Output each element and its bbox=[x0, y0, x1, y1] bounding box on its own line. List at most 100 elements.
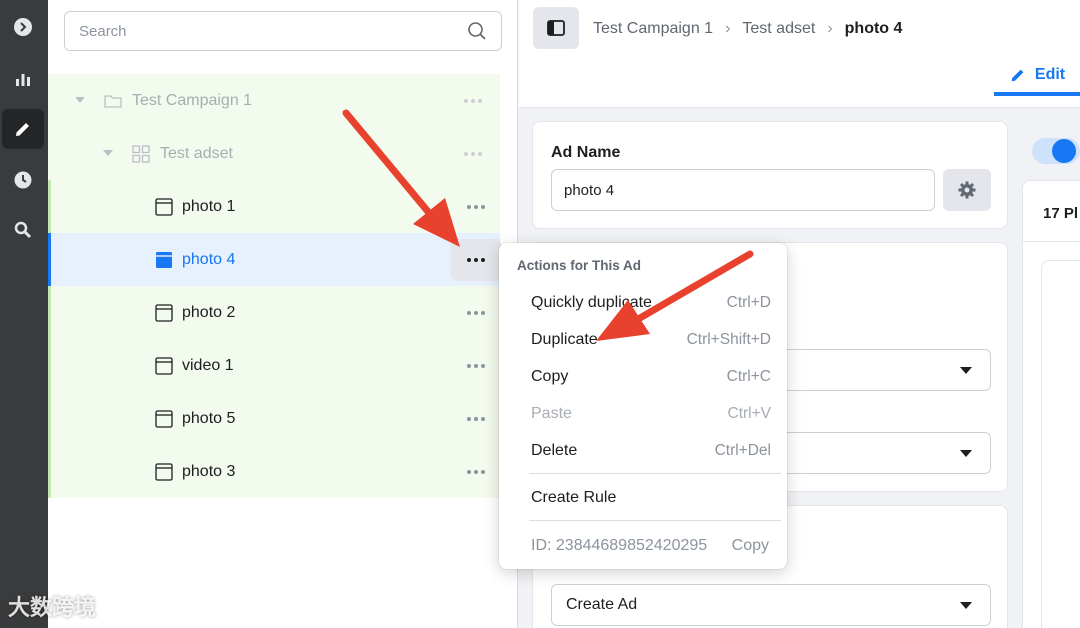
gear-icon bbox=[958, 181, 976, 199]
search-icon[interactable] bbox=[467, 21, 487, 41]
clock-icon bbox=[14, 171, 32, 189]
menu-divider bbox=[529, 520, 781, 521]
ad-name-settings-button[interactable] bbox=[943, 169, 991, 211]
search-input[interactable] bbox=[79, 22, 467, 40]
preview-panel bbox=[1022, 242, 1080, 628]
preview-frame bbox=[1041, 260, 1080, 628]
more-options-button[interactable] bbox=[451, 239, 501, 281]
ad-id-text: ID: 23844689852420295 bbox=[531, 537, 708, 554]
menu-item-shortcut: Ctrl+V bbox=[727, 405, 772, 422]
campaign-tree-panel: Test Campaign 1 Test adset photo 1 photo… bbox=[48, 0, 518, 628]
more-options-button[interactable] bbox=[451, 398, 501, 440]
ellipsis-icon bbox=[467, 258, 485, 262]
watermark-logo: 大数跨境 bbox=[8, 590, 96, 622]
tree-row-ad[interactable]: photo 3 bbox=[48, 445, 500, 498]
search-box[interactable] bbox=[64, 11, 502, 51]
dropdown-arrow-icon bbox=[960, 450, 972, 457]
nav-rail bbox=[0, 0, 48, 628]
chevron-right-icon: › bbox=[725, 20, 731, 37]
history-nav-button[interactable] bbox=[2, 160, 44, 200]
tree-row-label: photo 3 bbox=[182, 463, 236, 480]
ad-icon bbox=[155, 463, 173, 481]
tree-row-ad[interactable]: photo 2 bbox=[48, 286, 500, 339]
pencil-icon bbox=[1011, 69, 1024, 82]
breadcrumb-adset[interactable]: Test adset bbox=[742, 20, 815, 38]
ad-icon bbox=[156, 252, 172, 268]
edit-nav-button[interactable] bbox=[2, 109, 44, 149]
tree-row-ad[interactable]: photo 5 bbox=[48, 392, 500, 445]
ad-name-value: photo 4 bbox=[564, 181, 615, 199]
ellipsis-icon bbox=[467, 470, 485, 474]
chevron-right-icon: › bbox=[827, 20, 833, 37]
tree-row-ad[interactable]: photo 1 bbox=[48, 180, 500, 233]
menu-item-shortcut: Ctrl+C bbox=[726, 368, 771, 385]
folder-icon bbox=[104, 95, 122, 108]
toggle-panel-button[interactable] bbox=[533, 7, 579, 49]
tree-row-label: video 1 bbox=[182, 357, 234, 374]
ellipsis-icon bbox=[467, 311, 485, 315]
placements-label: 17 Pl bbox=[1043, 205, 1079, 222]
menu-title: Actions for This Ad bbox=[517, 258, 641, 273]
breadcrumb: Test Campaign 1 › Test adset › photo 4 bbox=[593, 20, 902, 38]
tree-row-ad-selected[interactable]: photo 4 bbox=[48, 233, 501, 286]
more-options-button[interactable] bbox=[451, 451, 501, 493]
menu-item-shortcut: Ctrl+D bbox=[726, 294, 771, 311]
tab-edit[interactable]: Edit bbox=[994, 58, 1080, 96]
tree-row-label: photo 2 bbox=[182, 304, 236, 321]
breadcrumb-ad: photo 4 bbox=[844, 20, 903, 37]
menu-item-quickly-duplicate[interactable]: Quickly duplicate Ctrl+D bbox=[531, 294, 771, 312]
dropdown-select[interactable] bbox=[761, 349, 991, 391]
placements-card: 17 Pl bbox=[1022, 180, 1080, 242]
bar-chart-icon bbox=[16, 74, 30, 86]
search-nav-button[interactable] bbox=[2, 210, 44, 250]
magnifier-icon bbox=[14, 221, 32, 239]
pencil-icon bbox=[16, 123, 29, 136]
ad-name-field[interactable]: photo 4 bbox=[551, 169, 935, 211]
collapse-caret-icon[interactable] bbox=[75, 97, 85, 103]
tree-row-adset[interactable]: Test adset bbox=[48, 127, 500, 180]
menu-item-delete[interactable]: Delete Ctrl+Del bbox=[531, 442, 771, 460]
ad-icon bbox=[155, 410, 173, 428]
tree-row-ad[interactable]: video 1 bbox=[48, 339, 500, 392]
chevron-right-circle-icon bbox=[14, 18, 32, 36]
collapse-caret-icon[interactable] bbox=[103, 150, 113, 156]
menu-item-create-rule[interactable]: Create Rule bbox=[531, 489, 771, 507]
menu-item-paste: Paste Ctrl+V bbox=[531, 405, 771, 423]
ad-name-label: Ad Name bbox=[551, 144, 621, 161]
more-options-button[interactable] bbox=[448, 80, 498, 122]
menu-item-label: Paste bbox=[531, 405, 572, 422]
tree-row-label: Test adset bbox=[160, 145, 233, 162]
ad-icon bbox=[155, 357, 173, 375]
more-options-button[interactable] bbox=[451, 292, 501, 334]
ellipsis-icon bbox=[467, 417, 485, 421]
menu-item-label: Copy bbox=[531, 368, 569, 385]
reporting-nav-button[interactable] bbox=[2, 59, 44, 99]
tree-row-label: Test Campaign 1 bbox=[132, 92, 253, 109]
more-options-button[interactable] bbox=[448, 133, 498, 175]
dropdown-select[interactable] bbox=[761, 432, 991, 474]
ellipsis-icon bbox=[467, 364, 485, 368]
preview-toggle[interactable] bbox=[1032, 138, 1080, 164]
create-ad-select[interactable]: Create Ad bbox=[551, 584, 991, 626]
ellipsis-icon bbox=[464, 152, 482, 156]
watermark-text: 大数跨境 bbox=[8, 596, 97, 621]
menu-item-label: Quickly duplicate bbox=[531, 294, 652, 311]
more-options-button[interactable] bbox=[451, 186, 501, 228]
menu-item-shortcut: Ctrl+Shift+D bbox=[686, 331, 771, 348]
copy-id-button[interactable]: Copy bbox=[732, 537, 769, 555]
tab-edit-label: Edit bbox=[1034, 66, 1066, 83]
sidebar-toggle-icon bbox=[547, 20, 565, 36]
menu-item-label: Delete bbox=[531, 442, 578, 459]
breadcrumb-campaign[interactable]: Test Campaign 1 bbox=[593, 20, 713, 38]
menu-item-duplicate[interactable]: Duplicate Ctrl+Shift+D bbox=[531, 331, 771, 349]
more-options-button[interactable] bbox=[451, 345, 501, 387]
menu-item-copy[interactable]: Copy Ctrl+C bbox=[531, 368, 771, 386]
expand-nav-button[interactable] bbox=[2, 7, 44, 47]
menu-ad-id-row: ID: 23844689852420295 Copy bbox=[531, 537, 769, 555]
tree-row-label: photo 1 bbox=[182, 198, 236, 215]
menu-item-label: Create Rule bbox=[531, 489, 617, 506]
tree-row-campaign[interactable]: Test Campaign 1 bbox=[48, 74, 500, 127]
ad-icon bbox=[155, 304, 173, 322]
dropdown-arrow-icon bbox=[960, 602, 972, 609]
tree-row-label: photo 4 bbox=[182, 251, 236, 268]
